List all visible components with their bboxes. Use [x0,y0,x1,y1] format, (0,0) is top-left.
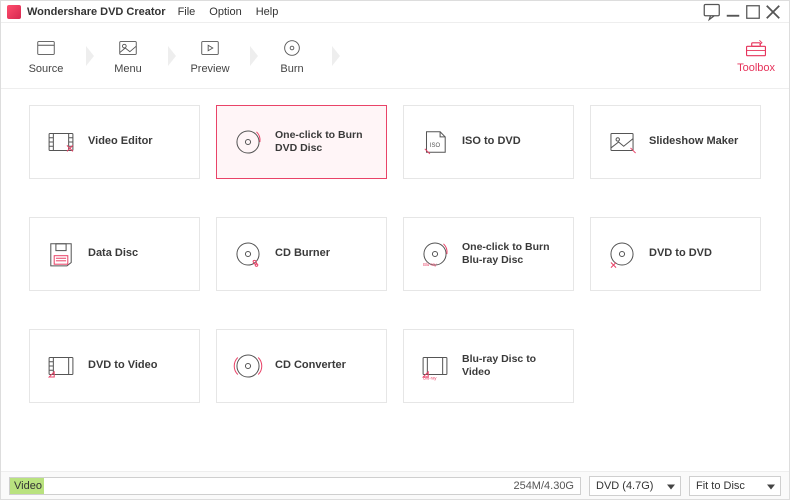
menu-file[interactable]: File [178,6,196,18]
tool-cd-burner[interactable]: CD Burner [216,217,387,291]
svg-text:ISO: ISO [430,143,441,149]
tool-label: CD Converter [275,359,346,373]
step-label: Source [29,63,64,75]
capacity-text: 254M/4.30G [513,480,580,492]
tool-burn-dvd[interactable]: One-click to Burn DVD Disc [216,105,387,179]
data-disc-icon [44,237,78,271]
source-icon [35,37,57,59]
step-label: Menu [114,63,142,75]
tool-dvd-to-video[interactable]: DVD to Video [29,329,200,403]
tool-slideshow[interactable]: Slideshow Maker [590,105,761,179]
close-icon[interactable] [763,2,783,22]
preview-icon [199,37,221,59]
toolbox-button[interactable]: Toolbox [737,37,775,74]
step-label: Burn [280,63,303,75]
titlebar: Wondershare DVD Creator File Option Help [1,1,789,23]
menu-option[interactable]: Option [209,6,241,18]
iso-icon: ISO [418,125,452,159]
fit-mode-value: Fit to Disc [696,480,745,492]
menu-icon [117,37,139,59]
tool-label: Blu-ray Disc to Video [462,353,561,379]
step-source[interactable]: Source [5,23,87,89]
cd-converter-icon [231,349,265,383]
step-burn[interactable]: Burn [251,23,333,89]
tool-video-editor[interactable]: Video Editor [29,105,200,179]
minimize-icon[interactable] [723,2,743,22]
burn-bluray-icon: Blu-ray [418,237,452,271]
tool-bluray-to-video[interactable]: Blu-ray Blu-ray Disc to Video [403,329,574,403]
capacity-progress: Video 254M/4.30G [9,477,581,495]
svg-text:Blu-ray: Blu-ray [423,376,437,381]
step-label: Preview [190,63,229,75]
slideshow-icon [605,125,639,159]
app-title: Wondershare DVD Creator [27,6,166,18]
cd-burner-icon [231,237,265,271]
toolbox-icon [744,37,768,59]
tool-data-disc[interactable]: Data Disc [29,217,200,291]
top-nav: Source Menu Preview Burn Toolbox [1,23,789,89]
dvd-to-dvd-icon [605,237,639,271]
app-window: Wondershare DVD Creator File Option Help… [0,0,790,500]
tool-label: DVD to Video [88,359,157,373]
svg-text:Blu-ray: Blu-ray [423,262,437,267]
tool-cd-converter[interactable]: CD Converter [216,329,387,403]
tool-iso-to-dvd[interactable]: ISO ISO to DVD [403,105,574,179]
maximize-icon[interactable] [743,2,763,22]
step-menu[interactable]: Menu [87,23,169,89]
step-preview[interactable]: Preview [169,23,251,89]
tool-label: One-click to Burn DVD Disc [275,129,374,155]
disc-type-select[interactable]: DVD (4.7G) [589,476,681,496]
tool-label: Slideshow Maker [649,135,738,149]
burn-dvd-icon [231,125,265,159]
fit-mode-select[interactable]: Fit to Disc [689,476,781,496]
tool-burn-bluray[interactable]: Blu-ray One-click to Burn Blu-ray Disc [403,217,574,291]
tool-label: ISO to DVD [462,135,521,149]
tool-label: CD Burner [275,247,330,261]
menu-help[interactable]: Help [256,6,279,18]
tool-label: One-click to Burn Blu-ray Disc [462,241,561,267]
tool-area: Video Editor One-click to Burn DVD Disc … [1,89,789,471]
toolbox-label: Toolbox [737,62,775,74]
disc-type-value: DVD (4.7G) [596,480,653,492]
dvd-to-video-icon [44,349,78,383]
media-type-label: Video [10,480,42,492]
bluray-to-video-icon: Blu-ray [418,349,452,383]
tool-label: DVD to DVD [649,247,712,261]
app-logo-icon [7,5,21,19]
status-bar: Video 254M/4.30G DVD (4.7G) Fit to Disc [1,471,789,499]
feedback-icon[interactable] [703,2,723,22]
tool-label: Data Disc [88,247,138,261]
video-editor-icon [44,125,78,159]
tool-label: Video Editor [88,135,153,149]
tool-grid: Video Editor One-click to Burn DVD Disc … [29,105,761,403]
tool-dvd-to-dvd[interactable]: DVD to DVD [590,217,761,291]
burn-icon [281,37,303,59]
